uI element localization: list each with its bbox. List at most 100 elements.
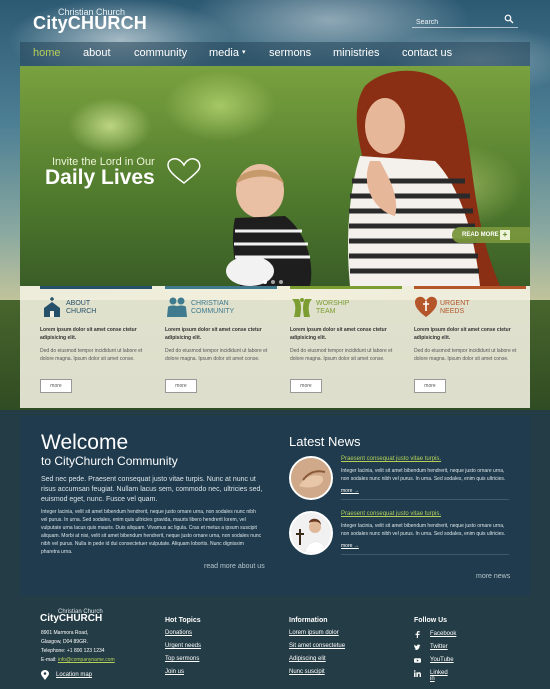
footer-link-join-us[interactable]: Join us [165, 669, 201, 677]
footer-address: 8901 Marmora Road, Glasgow, D04 89GR. Te… [41, 629, 115, 665]
heart-icon [167, 158, 201, 184]
email-link[interactable]: info@companyname.com [58, 657, 115, 663]
feature-title-line1: Christian [191, 300, 229, 307]
read-more-about-link[interactable]: read more about us [204, 563, 265, 570]
news-more-link[interactable]: more → [341, 543, 359, 549]
feature-text: Ded do eiusmod tempor incididunt ut labo… [290, 348, 393, 362]
feature-title: About Church [66, 300, 96, 316]
footer-link-donations[interactable]: Donations [165, 630, 201, 638]
slider-dot-1[interactable] [263, 280, 267, 284]
feature-christian-community: Christian Community Lorem ipsum dolor sit… [165, 286, 277, 408]
community-icon [167, 297, 187, 317]
slider-dot-3[interactable] [279, 280, 283, 284]
location-map-link[interactable]: Location map [56, 672, 92, 678]
feature-text: Ded do eiusmod tempor incididunt ut labo… [414, 348, 517, 362]
facebook-icon [415, 631, 420, 638]
more-button[interactable]: more [40, 379, 72, 393]
footer-follow-us: Follow Us Facebook Twitter YouTube Linke… [414, 617, 456, 682]
location-pin-icon [41, 670, 49, 680]
chevron-down-icon: ▾ [241, 49, 246, 56]
more-button[interactable]: more [165, 379, 197, 393]
feature-lead: Lorem ipsum dolor sit amet conse ctetur … [165, 327, 262, 341]
nav-ministries[interactable]: ministries [333, 47, 379, 59]
more-news-link[interactable]: more news [476, 573, 510, 580]
news-thumbnail[interactable] [289, 511, 333, 555]
feature-title-line1: Worship [316, 300, 350, 307]
email-label: E-mail: [41, 657, 57, 663]
feature-title: Christian Community [191, 300, 234, 316]
nav-media[interactable]: media ▾ [209, 47, 245, 59]
search-icon[interactable] [504, 14, 514, 24]
address-line: Glasgow, D04 89GR. [41, 639, 88, 645]
feature-worship-team: Worship Team Lorem ipsum dolor sit amet c… [290, 286, 402, 408]
news-title-link[interactable]: Praesent consequat justo vitae turpis. [341, 456, 441, 462]
praying-hands-image [291, 458, 331, 498]
nav-about[interactable]: about [83, 47, 111, 59]
feature-bar [290, 286, 402, 289]
feature-lead: Lorem ipsum dolor sit amet conse ctetur … [290, 327, 387, 341]
feature-title: Urgent Needs [440, 300, 470, 316]
nav-sermons[interactable]: sermons [269, 47, 311, 59]
news-divider [341, 499, 509, 500]
feature-title-line2: Church [66, 308, 97, 315]
news-title-link[interactable]: Praesent consequat justo vitae turpis. [341, 511, 441, 517]
logo[interactable]: CityCHURCH [33, 13, 147, 34]
footer-link[interactable]: Lorem ipsum dolor [289, 630, 345, 638]
social-youtube[interactable]: YouTube [414, 656, 454, 668]
social-twitter[interactable]: Twitter [414, 643, 448, 655]
social-label: Twitter [430, 644, 448, 650]
search-box [412, 11, 518, 31]
nav-community[interactable]: community [134, 47, 187, 59]
footer: Christian Church CityCHURCH 8901 Marmora… [0, 598, 550, 689]
hero-photo [226, 70, 500, 286]
social-label: YouTube [430, 657, 454, 663]
heart-cross-icon [415, 296, 437, 317]
nav-media-label: media [209, 47, 239, 59]
latest-news-title: Latest News [289, 434, 361, 449]
more-button[interactable]: more [414, 379, 446, 393]
read-more-label: READ MORE [462, 232, 499, 238]
slider-dot-2[interactable] [271, 280, 275, 284]
search-input[interactable] [412, 14, 502, 31]
news-thumbnail[interactable] [289, 456, 333, 500]
welcome-title: Welcome [41, 431, 129, 454]
youtube-icon [414, 658, 421, 663]
slider-title: Daily Lives [45, 166, 155, 189]
address-line: 8901 Marmora Road, [41, 630, 89, 636]
news-more-link[interactable]: more → [341, 488, 359, 494]
footer-link[interactable]: Nunc suscipit [289, 669, 345, 677]
feature-title: Worship Team [316, 300, 349, 316]
slider-pagination [263, 271, 287, 286]
footer-heading: Information [289, 617, 328, 624]
news-text: Integer lacinia, velit sit amet bibendum… [341, 468, 506, 482]
feature-title-line2: Needs [440, 308, 465, 315]
welcome-lead: Sed nec pede. Praesent consequat justo v… [41, 476, 263, 503]
social-facebook[interactable]: Facebook [414, 630, 456, 642]
hero-slider: Invite the Lord in Our Daily Lives READ … [20, 66, 530, 286]
feature-about-church: About Church Lorem ipsum dolor sit amet c… [40, 286, 152, 408]
nav-home[interactable]: home [33, 47, 61, 59]
footer-link[interactable]: Sit amet consectetue [289, 643, 345, 651]
footer-link[interactable]: Adipiscing elit [289, 656, 345, 664]
feature-bar [414, 286, 526, 289]
twitter-icon [414, 644, 421, 651]
worship-icon [292, 298, 312, 317]
social-label: Facebook [430, 631, 457, 637]
feature-urgent-needs: Urgent Needs Lorem ipsum dolor sit amet c… [414, 286, 526, 408]
social-linkedin[interactable]: Linked in [414, 669, 448, 682]
more-button[interactable]: more [290, 379, 322, 393]
footer-logo[interactable]: CityCHURCH [40, 613, 102, 624]
footer-hot-topics: Hot Topics Donations Urgent needs Top se… [165, 617, 201, 682]
woman-with-cross-image [291, 513, 331, 553]
feature-title-line2: Team [316, 308, 336, 315]
read-more-button[interactable]: READ MORE + [452, 227, 530, 243]
social-label: Linked in [430, 670, 448, 682]
welcome-body: Integer lacinia, velit sit amet bibendum… [41, 509, 262, 555]
church-icon [44, 297, 60, 317]
footer-link-urgent-needs[interactable]: Urgent needs [165, 643, 201, 651]
footer-link-top-sermons[interactable]: Top sermons [165, 656, 201, 664]
news-divider [341, 554, 509, 555]
nav-contact-us[interactable]: contact us [402, 47, 452, 59]
telephone: Telephone: +1 800 123 1234 [41, 648, 105, 654]
email-line: E-mail: info@companyname.com [41, 656, 115, 665]
